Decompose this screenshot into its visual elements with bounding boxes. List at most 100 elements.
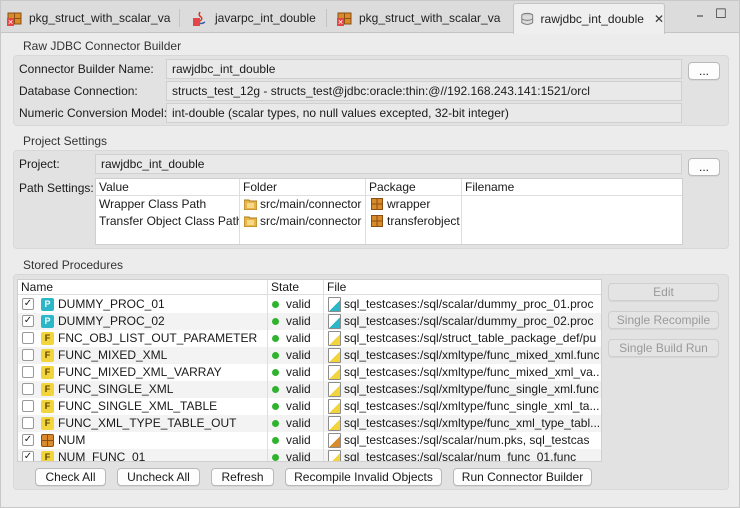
procedure-state: valid [286, 297, 311, 311]
minimize-icon[interactable]: ⎯ [697, 8, 703, 23]
table-row[interactable]: ✓ P DUMMY_PROC_01 valid sql_testcases:/sql/s… [18, 296, 601, 313]
procedure-file: sql_testcases:/sql/scalar/dummy_proc_01.… [344, 297, 594, 311]
project-browse-button[interactable]: ... [688, 158, 720, 176]
package-icon [371, 198, 383, 210]
sql-file-icon [328, 416, 341, 431]
column-header-package[interactable]: Package [366, 179, 462, 196]
single-recompile-button[interactable]: Single Recompile [608, 311, 719, 329]
row-checkbox[interactable]: ✓ [22, 434, 34, 446]
path-folder-cell: src/main/connector [240, 213, 366, 230]
project-section-title: Project Settings [23, 134, 108, 148]
refresh-button[interactable]: Refresh [211, 468, 274, 486]
column-header-name[interactable]: Name [18, 280, 268, 295]
procedure-file: sql_testcases:/sql/scalar/num.pks, sql_t… [344, 433, 590, 447]
recompile-invalid-button[interactable]: Recompile Invalid Objects [285, 468, 442, 486]
package-icon: ✕ [337, 12, 352, 26]
row-checkbox[interactable] [22, 383, 34, 395]
sql-file-icon [328, 365, 341, 380]
path-package-cell: wrapper [366, 196, 462, 213]
column-divider [461, 179, 462, 244]
tab-label: pkg_struct_with_scalar_va [359, 11, 501, 25]
sql-file-icon [328, 297, 341, 312]
tab-label: javarpc_int_double [215, 11, 316, 25]
table-row[interactable]: F FUNC_SINGLE_XML valid sql_testcases:/sql/… [18, 381, 601, 398]
column-header-value[interactable]: Value [96, 179, 240, 196]
table-row[interactable]: ✓ P DUMMY_PROC_02 valid sql_testcases:/sql/s… [18, 313, 601, 330]
table-header: Value Folder Package Filename [96, 179, 682, 196]
row-checkbox[interactable]: ✓ [22, 315, 34, 327]
table-row[interactable]: F FUNC_SINGLE_XML_TABLE valid sql_testcases… [18, 398, 601, 415]
row-checkbox[interactable]: ✓ [22, 451, 34, 461]
column-header-state[interactable]: State [268, 280, 324, 295]
procedure-file: sql_testcases:/sql/struct_table_package_… [344, 331, 597, 345]
column-divider [267, 280, 268, 461]
table-row[interactable]: F FUNC_MIXED_XML_VARRAY valid sql_testcases… [18, 364, 601, 381]
uncheck-all-button[interactable]: Uncheck All [117, 468, 200, 486]
row-checkbox[interactable] [22, 349, 34, 361]
check-all-button[interactable]: Check All [35, 468, 106, 486]
procedure-file: sql_testcases:/sql/xmltype/func_mixed_xm… [344, 348, 599, 362]
connector-name-browse-button[interactable]: ... [688, 62, 720, 80]
table-row[interactable]: F FNC_OBJ_LIST_OUT_PARAMETER valid sql_test… [18, 330, 601, 347]
run-connector-builder-button[interactable]: Run Connector Builder [453, 468, 592, 486]
column-header-filename[interactable]: Filename [462, 179, 682, 196]
path-folder-text: src/main/connector [260, 214, 362, 228]
connector-name-field[interactable]: rawjdbc_int_double [166, 59, 682, 79]
sql-file-icon [328, 382, 341, 397]
procedure-name: NUM_FUNC_01 [58, 450, 146, 462]
table-row[interactable]: ✓ F NUM_FUNC_01 valid sql_testcases:/sql/sca… [18, 449, 601, 462]
table-row[interactable]: ✓ NUM valid sql_testcases:/sql/scalar/num.p… [18, 432, 601, 449]
table-row[interactable]: F FUNC_MIXED_XML valid sql_testcases:/sql/x… [18, 347, 601, 364]
procedure-state: valid [286, 331, 311, 345]
database-connection-field[interactable]: structs_test_12g - structs_test@jdbc:ora… [166, 81, 682, 101]
row-checkbox[interactable] [22, 400, 34, 412]
editor-window: ✕ pkg_struct_with_scalar_va javarpc_int_… [0, 0, 740, 508]
sql-file-icon [328, 433, 341, 448]
table-row[interactable]: Wrapper Class Path src/main/connector wr… [96, 196, 682, 213]
numeric-model-field[interactable]: int-double (scalar types, no null values… [166, 103, 682, 123]
path-package-text: transferobject [387, 214, 460, 228]
single-build-run-button[interactable]: Single Build Run [608, 339, 719, 357]
row-checkbox[interactable] [22, 332, 34, 344]
procedure-state: valid [286, 365, 311, 379]
table-row[interactable]: Transfer Object Class Path src/main/conn… [96, 213, 682, 230]
row-checkbox[interactable] [22, 417, 34, 429]
path-settings-label: Path Settings: [19, 181, 94, 195]
procedure-state: valid [286, 314, 311, 328]
tab-javarpc[interactable]: javarpc_int_double [187, 3, 316, 33]
column-header-folder[interactable]: Folder [240, 179, 366, 196]
sql-file-icon [328, 348, 341, 363]
status-dot-icon [272, 318, 279, 325]
procedure-state: valid [286, 399, 311, 413]
procedure-state: valid [286, 433, 311, 447]
path-filename-cell[interactable] [462, 213, 682, 230]
java-rpc-icon [193, 11, 206, 26]
procedure-file: sql_testcases:/sql/xmltype/func_xml_type… [344, 416, 599, 430]
connector-name-label: Connector Builder Name: [19, 62, 154, 76]
row-checkbox[interactable]: ✓ [22, 298, 34, 310]
tab-pkg-struct-2[interactable]: ✕ pkg_struct_with_scalar_va [331, 3, 500, 33]
procedure-name: DUMMY_PROC_01 [58, 297, 165, 311]
column-header-file[interactable]: File [324, 280, 601, 295]
project-field[interactable]: rawjdbc_int_double [95, 154, 682, 174]
function-icon: F [41, 417, 54, 430]
path-package-cell: transferobject [366, 213, 462, 230]
tab-label: pkg_struct_with_scalar_va [29, 11, 171, 25]
builder-section-title: Raw JDBC Connector Builder [23, 39, 182, 53]
sql-file-icon [328, 450, 341, 461]
procedure-name: FUNC_XML_TYPE_TABLE_OUT [58, 416, 237, 430]
edit-button[interactable]: Edit [608, 283, 719, 301]
path-filename-cell[interactable] [462, 196, 682, 213]
function-icon: F [41, 383, 54, 396]
database-icon [521, 12, 534, 25]
tab-pkg-struct-1[interactable]: ✕ pkg_struct_with_scalar_va [1, 3, 170, 33]
procedure-file: sql_testcases:/sql/xmltype/func_mixed_xm… [344, 365, 599, 379]
table-row[interactable]: F FUNC_XML_TYPE_TABLE_OUT valid sql_testcas… [18, 415, 601, 432]
maximize-icon[interactable]: ☐ [715, 6, 727, 22]
row-checkbox[interactable] [22, 366, 34, 378]
function-icon: F [41, 400, 54, 413]
procedure-state: valid [286, 348, 311, 362]
status-dot-icon [272, 352, 279, 359]
close-icon[interactable]: ✕ [654, 12, 664, 26]
tab-rawjdbc[interactable]: rawjdbc_int_double ✕ [513, 3, 665, 34]
